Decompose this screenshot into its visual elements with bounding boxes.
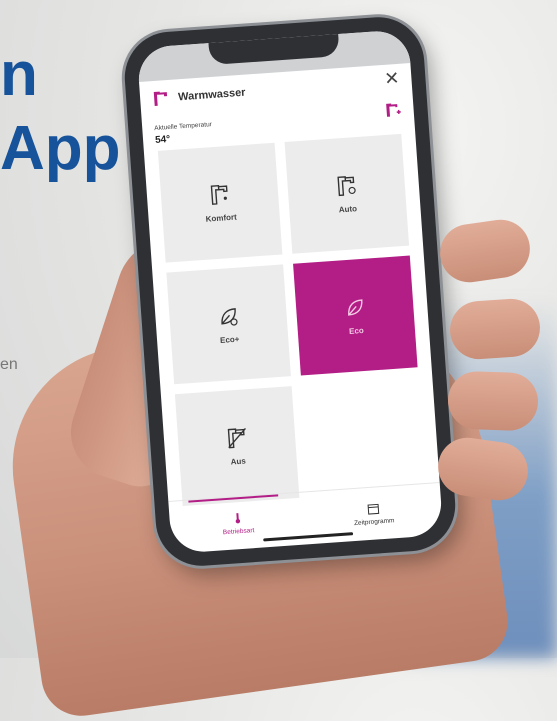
close-icon[interactable]: ✕ xyxy=(384,68,401,90)
leaf-plus-icon xyxy=(220,307,238,326)
hand-finger xyxy=(448,296,542,362)
tile-empty xyxy=(302,377,427,497)
tile-label: Eco xyxy=(348,325,365,336)
phone-screen: Warmwasser ✕ Aktuelle Temperatur 54° Kom… xyxy=(136,29,444,554)
headline-line-1: n xyxy=(0,40,38,109)
leaf-icon xyxy=(347,298,362,316)
faucet-add-icon[interactable] xyxy=(385,102,402,119)
phone: Warmwasser ✕ Aktuelle Temperatur 54° Kom… xyxy=(121,14,459,569)
tile-auto[interactable]: Auto xyxy=(284,133,410,254)
tile-komfort[interactable]: Komfort xyxy=(157,142,283,263)
tile-eco[interactable]: Eco xyxy=(293,255,418,376)
hand-finger xyxy=(436,216,534,286)
title-row: Warmwasser xyxy=(152,85,246,107)
calendar-icon xyxy=(367,503,380,515)
nav-label: Betriebsart xyxy=(222,526,255,536)
faucet-off-icon xyxy=(227,427,246,448)
faucet-icon xyxy=(153,91,168,106)
mode-grid: Komfort Auto Eco+ Eco Aus xyxy=(157,133,427,507)
tile-label: Aus xyxy=(230,456,247,467)
nav-label: Zeitprogramm xyxy=(353,516,395,527)
faucet-auto-icon xyxy=(336,175,356,196)
tile-label: Eco+ xyxy=(219,334,240,345)
thermometer-icon xyxy=(235,512,241,523)
tile-label: Komfort xyxy=(205,212,238,224)
tile-aus[interactable]: Aus xyxy=(174,386,300,507)
temperature-value: 54° xyxy=(154,133,171,147)
app-title: Warmwasser xyxy=(177,86,246,104)
hand-finger xyxy=(447,370,539,432)
side-text: en xyxy=(0,356,18,373)
tile-eco-plus[interactable]: Eco+ xyxy=(166,264,291,385)
tile-label: Auto xyxy=(338,203,358,214)
faucet-icon xyxy=(210,184,228,205)
headline-line-2: App xyxy=(0,114,121,183)
temperature-label: Aktuelle Temperatur xyxy=(154,121,213,133)
